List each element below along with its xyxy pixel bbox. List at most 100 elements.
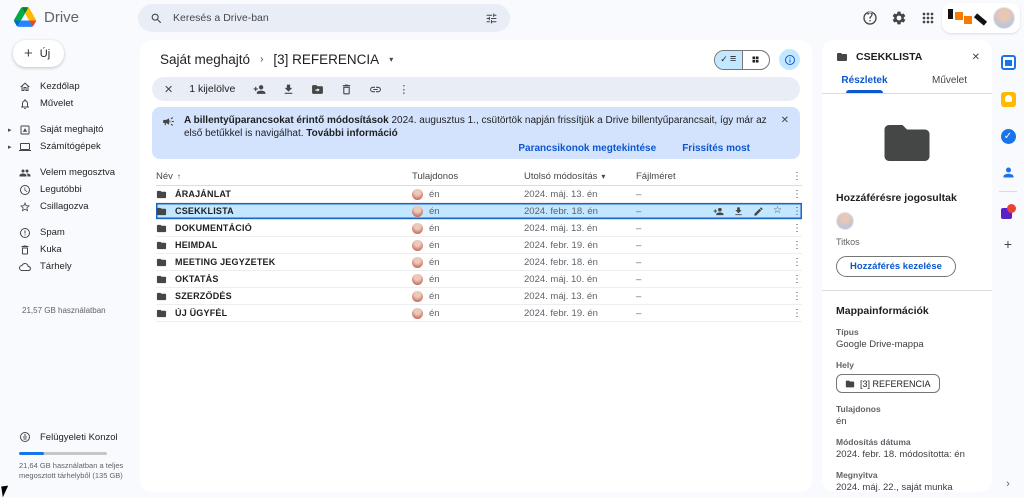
row-menu-icon[interactable]: ⋮	[792, 257, 802, 268]
banner-close-icon[interactable]: ✕	[781, 115, 789, 126]
search-input[interactable]	[173, 12, 475, 24]
folder-menu-caret-icon[interactable]: ▾	[389, 55, 393, 64]
row-menu-icon[interactable]: ⋮	[792, 291, 802, 302]
search-filter-tune-icon[interactable]	[485, 12, 498, 25]
owner-avatar	[412, 256, 423, 268]
file-name: DOKUMENTÁCIÓ	[175, 223, 252, 233]
move-to-folder-icon[interactable]	[311, 83, 324, 96]
breadcrumb-current-folder[interactable]: [3] REFERENCIA	[269, 51, 383, 68]
copy-link-icon[interactable]	[369, 83, 382, 96]
search-bar[interactable]	[138, 4, 510, 32]
search-icon	[150, 12, 163, 25]
table-row[interactable]: OKTATÁS én 2024. máj. 10. én – ⋮	[156, 271, 802, 288]
view-shortcuts-link[interactable]: Parancsikonok megtekintése	[518, 143, 656, 154]
expand-side-panel-icon[interactable]: ›	[1006, 478, 1010, 490]
table-row[interactable]: HEIMDAL én 2024. febr. 19. én – ⋮	[156, 237, 802, 254]
folder-icon	[156, 257, 167, 268]
settings-gear-icon[interactable]	[891, 10, 907, 26]
download-icon[interactable]	[733, 206, 744, 217]
location-chip[interactable]: [3] REFERENCIA	[836, 374, 940, 393]
table-row[interactable]: ÁRAJÁNLAT én 2024. máj. 13. én – ⋮	[156, 186, 802, 203]
row-menu-icon[interactable]: ⋮	[792, 189, 802, 200]
row-menu-icon[interactable]: ⋮	[792, 223, 802, 234]
banner-more-link[interactable]: További információ	[306, 128, 398, 139]
owner-label: én	[429, 307, 440, 319]
grid-view-button[interactable]	[741, 50, 770, 69]
organization-logo	[948, 8, 988, 28]
star-icon[interactable]: ☆	[773, 206, 782, 216]
list-view-button[interactable]: ✓ ≡	[715, 50, 742, 69]
list-view-icon: ≡	[729, 53, 737, 65]
sidebar-item-activity[interactable]: Művelet	[0, 95, 134, 112]
dropdown-caret-icon[interactable]: ▾	[601, 172, 605, 181]
row-menu-icon[interactable]: ⋮	[792, 240, 802, 251]
admin-console-icon	[19, 431, 31, 443]
sidebar-item-computers[interactable]: ▸ Számítógépek	[0, 138, 134, 155]
manage-access-button[interactable]: Hozzáférés kezelése	[836, 256, 956, 277]
sidebar-item-spam[interactable]: Spam	[0, 224, 134, 241]
table-row[interactable]: MEETING JEGYZETEK én 2024. febr. 18. én …	[156, 254, 802, 271]
row-menu-icon[interactable]: ⋮	[792, 206, 802, 217]
trash-icon[interactable]	[340, 83, 353, 96]
bell-icon	[19, 98, 31, 110]
sidebar-item-shared-with-me[interactable]: Velem megosztva	[0, 164, 134, 181]
rename-pencil-icon[interactable]	[753, 206, 764, 217]
header-name[interactable]: Név ↑	[156, 171, 412, 182]
sidebar-item-starred[interactable]: Csillagozva	[0, 198, 134, 215]
row-menu-icon[interactable]: ⋮	[792, 274, 802, 285]
header-modified[interactable]: Utolsó módosítás ▾	[524, 171, 636, 182]
user-avatar[interactable]	[993, 7, 1015, 29]
owner-avatar	[412, 290, 423, 302]
share-person-add-icon[interactable]	[713, 206, 724, 217]
owner-label: én	[429, 222, 440, 234]
new-button[interactable]: + Új	[13, 40, 65, 67]
download-icon[interactable]	[282, 83, 295, 96]
sidebar-item-storage[interactable]: Tárhely	[0, 258, 134, 275]
table-row[interactable]: ÚJ ÜGYFÉL én 2024. febr. 19. én – ⋮	[156, 305, 802, 322]
header-size[interactable]: Fájlméret	[636, 171, 696, 182]
tab-details[interactable]: Részletek	[822, 75, 907, 93]
admin-console-link[interactable]: Felügyeleti Konzol	[0, 431, 132, 443]
owner-avatar	[412, 307, 423, 319]
storage-progress-fill	[19, 452, 44, 455]
size-label: –	[636, 290, 642, 302]
details-info-button[interactable]	[779, 49, 800, 70]
calendar-app-icon[interactable]	[1000, 55, 1016, 70]
keep-app-icon[interactable]	[1000, 92, 1016, 107]
opened-label: Megnyitva	[836, 469, 878, 480]
owner-avatar	[412, 188, 423, 200]
update-now-link[interactable]: Frissítés most	[682, 143, 750, 154]
expand-caret-icon[interactable]: ▸	[8, 143, 12, 151]
drive-brand[interactable]: Drive	[14, 7, 79, 27]
google-apps-grid-icon[interactable]	[920, 10, 936, 26]
table-row[interactable]: SZERZŐDÉS én 2024. máj. 13. én – ⋮	[156, 288, 802, 305]
sidebar-item-trash[interactable]: Kuka	[0, 241, 134, 258]
account-card[interactable]	[942, 3, 1020, 33]
column-settings-icon[interactable]: ⋮	[792, 171, 802, 182]
sort-ascending-icon[interactable]: ↑	[177, 172, 181, 181]
clear-selection-icon[interactable]: ✕	[164, 83, 173, 96]
help-icon[interactable]	[862, 10, 878, 26]
get-add-ons-plus-icon[interactable]: +	[1001, 237, 1016, 252]
home-icon	[19, 81, 31, 93]
sidebar-item-my-drive[interactable]: ▸ Saját meghajtó	[0, 121, 134, 138]
modified-label: 2024. máj. 10. én	[524, 273, 598, 285]
tasks-app-icon[interactable]: ✓	[1000, 129, 1016, 144]
contacts-app-icon[interactable]	[1001, 165, 1016, 180]
share-person-add-icon[interactable]	[253, 83, 266, 96]
table-row[interactable]: DOKUMENTÁCIÓ én 2024. máj. 13. én – ⋮	[156, 220, 802, 237]
row-menu-icon[interactable]: ⋮	[792, 308, 802, 319]
tab-activity[interactable]: Művelet	[907, 75, 992, 93]
table-row-selected[interactable]: CSEKKLISTA én 2024. febr. 18. én – ☆ ⋮	[156, 203, 802, 220]
addon-app-icon[interactable]	[1000, 204, 1016, 219]
sidebar-item-recent[interactable]: Legutóbbi	[0, 181, 134, 198]
expand-caret-icon[interactable]: ▸	[8, 126, 12, 134]
header-owner[interactable]: Tulajdonos	[412, 171, 524, 182]
more-actions-icon[interactable]: ⋮	[398, 83, 409, 96]
details-close-icon[interactable]: ✕	[972, 52, 980, 63]
sidebar-item-home[interactable]: Kezdőlap	[0, 78, 134, 95]
breadcrumb-my-drive[interactable]: Saját meghajtó	[156, 51, 254, 68]
access-member-avatar[interactable]	[836, 212, 854, 230]
folder-icon	[156, 223, 167, 234]
modified-label: 2024. máj. 13. én	[524, 188, 598, 200]
